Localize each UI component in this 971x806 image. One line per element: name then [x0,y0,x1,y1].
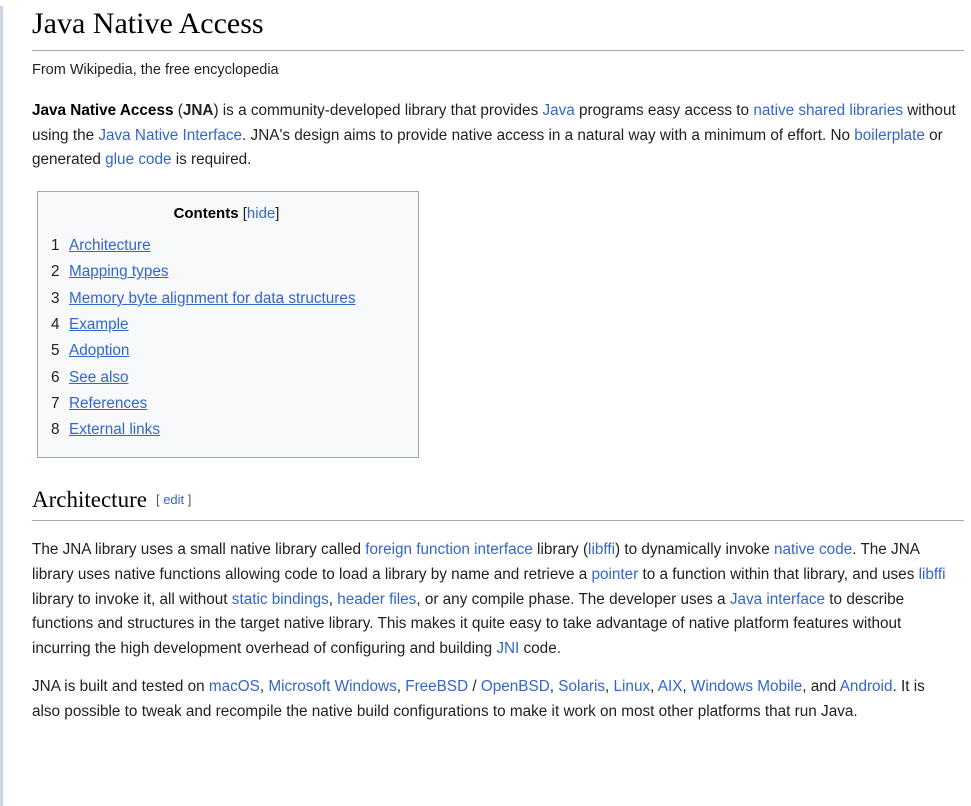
page-root: Java Native Access From Wikipedia, the f… [0,6,971,806]
intro-paragraph: Java Native Access (JNA) is a community-… [32,99,957,173]
arch-text-2: library ( [532,541,589,559]
edit-bracket-close: ] [187,492,192,508]
toc-title-label: Contents [173,205,239,223]
link-libffi-first[interactable]: libffi [588,541,615,558]
toc-item-7[interactable]: 7 References [51,391,402,417]
toc-toggle-bracket-close: ] [275,205,280,223]
toc-hide-link[interactable]: hide [247,205,275,222]
toc-item-2[interactable]: 2 Mapping types [51,259,402,285]
toc-number: 5 [51,342,60,360]
toc-link-architecture[interactable]: Architecture [69,237,151,254]
link-macos[interactable]: macOS [209,678,260,695]
link-linux[interactable]: Linux [614,678,651,695]
link-aix[interactable]: AIX [658,678,683,695]
toc-link-mapping-types[interactable]: Mapping types [69,263,169,280]
arch-text-3: ) to dynamically invoke [614,541,774,559]
toc-number: 6 [51,368,60,386]
intro-text-3: programs easy access to [574,101,754,119]
table-of-contents: Contents [hide] 1 Architecture 2 Mapping t… [37,191,419,459]
toc-link-adoption[interactable]: Adoption [69,342,129,359]
toc-item-3[interactable]: 3 Memory byte alignment for data structur… [51,286,402,312]
toc-item-4[interactable]: 4 Example [51,312,402,338]
link-native-shared-libraries[interactable]: native shared libraries [753,102,903,119]
plat-text-9: , and [802,678,840,695]
intro-abbreviation: JNA [182,101,214,119]
arch-text-8: , or any compile phase. The developer us… [416,590,730,608]
link-jni[interactable]: JNI [496,640,519,657]
arch-text-10: code. [519,640,561,658]
toc-link-external-links[interactable]: External links [69,421,160,438]
toc-number: 4 [51,315,60,333]
arch-text-6: library to invoke it, all without [32,590,232,608]
link-freebsd[interactable]: FreeBSD [405,678,468,695]
toc-number: 2 [51,263,60,281]
link-static-bindings[interactable]: static bindings [232,591,329,608]
link-java[interactable]: Java [542,102,574,119]
toc-item-1[interactable]: 1 Architecture [51,233,402,259]
link-openbsd[interactable]: OpenBSD [481,678,550,695]
edit-bracket-open: [ [155,492,160,508]
arch-text-1: The JNA library uses a small native libr… [32,541,366,559]
architecture-paragraph-2: JNA is built and tested on macOS, Micros… [32,675,957,725]
toc-number: 8 [51,421,60,439]
intro-text-2: ) is a community-developed library that … [213,101,543,119]
toc-link-example[interactable]: Example [69,316,129,333]
toc-list: 1 Architecture 2 Mapping types 3 Memory byt… [51,233,402,443]
link-header-files[interactable]: header files [337,591,416,608]
section-heading-architecture: Architecture [ edit ] [32,486,964,522]
link-glue-code[interactable]: glue code [105,151,171,168]
plat-text-1: JNA is built and tested on [32,678,209,695]
plat-text-6: , [605,678,614,695]
link-microsoft-windows[interactable]: Microsoft Windows [268,678,396,695]
section-heading-text: Architecture [32,487,147,513]
edit-section: [ edit ] [156,492,191,507]
toc-link-see-also[interactable]: See also [69,369,129,386]
toc-number: 1 [51,237,60,255]
plat-text-4: / [468,678,481,695]
article-title-bold: Java Native Access [32,101,174,119]
toc-toggle: [hide] [243,205,280,222]
toc-item-5[interactable]: 5 Adoption [51,338,402,364]
plat-text-5: , [549,678,559,695]
arch-text-7: , [328,590,338,608]
intro-text-7: is required. [171,151,252,169]
link-pointer[interactable]: pointer [592,566,639,583]
toc-link-references[interactable]: References [69,395,147,412]
intro-text-5: . JNA's design aims to provide native ac… [242,126,855,144]
link-java-interface[interactable]: Java interface [730,591,825,608]
link-foreign-function-interface[interactable]: foreign function interface [365,541,533,558]
toc-number: 3 [51,289,60,307]
edit-section-link[interactable]: edit [163,492,184,507]
link-native-code[interactable]: native code [774,541,852,558]
plat-text-8: , [682,678,691,695]
page-title: Java Native Access [32,6,964,51]
arch-text-5: to a function within that library, and u… [638,565,919,583]
plat-text-3: , [396,678,406,695]
toc-link-memory-byte-alignment[interactable]: Memory byte alignment for data structure… [69,290,356,307]
link-java-native-interface[interactable]: Java Native Interface [98,127,242,144]
toc-title: Contents [hide] [51,203,402,224]
link-boilerplate[interactable]: boilerplate [854,127,925,144]
link-android[interactable]: Android [840,678,893,695]
toc-item-8[interactable]: 8 External links [51,417,402,443]
link-windows-mobile[interactable]: Windows Mobile [691,678,802,695]
toc-item-6[interactable]: 6 See also [51,365,402,391]
intro-text-1: ( [173,101,183,119]
site-subtitle: From Wikipedia, the free encyclopedia [32,62,279,78]
plat-text-7: , [650,678,658,695]
link-libffi-second[interactable]: libffi [919,566,946,583]
link-solaris[interactable]: Solaris [558,678,605,695]
toc-number: 7 [51,394,60,412]
architecture-paragraph-1: The JNA library uses a small native libr… [32,538,957,662]
article-content: Java Native Access From Wikipedia, the f… [3,6,971,725]
